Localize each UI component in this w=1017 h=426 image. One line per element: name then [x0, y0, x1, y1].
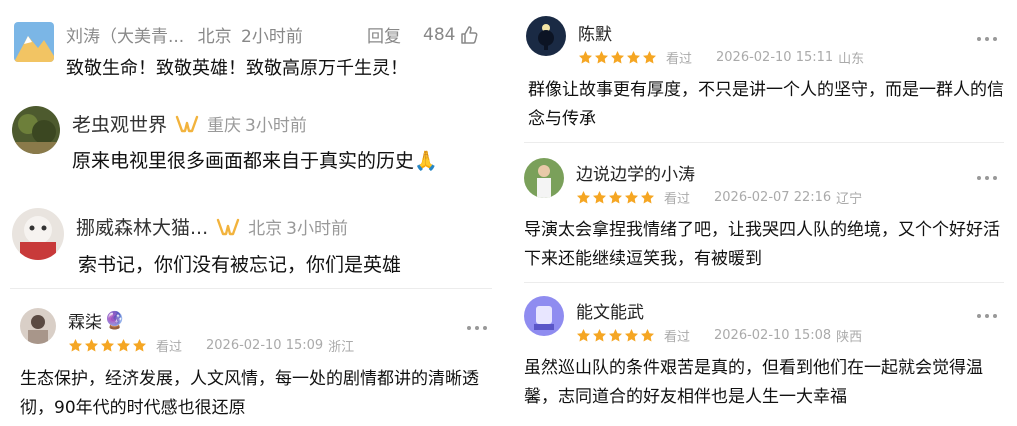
avatar[interactable] [524, 296, 564, 336]
comment-meta: 挪威森林大猫... 北京 3小时前 [76, 213, 348, 240]
more-options-icon[interactable] [976, 175, 998, 181]
star-icon [577, 329, 590, 342]
thumb-up-icon[interactable] [459, 25, 479, 45]
star-icon [609, 191, 622, 204]
review-meta: 看过 2026-02-10 15:09 浙江 [68, 336, 354, 355]
divider [524, 142, 1004, 143]
avatar[interactable] [12, 208, 64, 260]
star-icon [579, 51, 592, 64]
more-options-icon[interactable] [976, 36, 998, 42]
username[interactable]: 刘涛（大美青... [66, 27, 184, 47]
comment-actions: 回复 484 [367, 22, 479, 47]
more-options-icon[interactable] [466, 325, 488, 331]
comment-meta: 老虫观世界 重庆 3小时前 [72, 110, 307, 137]
avatar[interactable] [526, 16, 566, 56]
star-icon [641, 329, 654, 342]
location: 辽宁 [836, 192, 863, 207]
datetime: 2026-02-10 15:09 [206, 338, 324, 353]
timestamp: 3小时前 [286, 219, 348, 239]
comment-meta: 刘涛（大美青... 北京 2小时前 [66, 22, 303, 47]
seen-label: 看过 [664, 192, 691, 207]
star-icon [643, 51, 656, 64]
star-icon [625, 329, 638, 342]
timestamp: 2小时前 [241, 27, 303, 47]
review-text: 导演太会拿捏我情绪了吧，让我哭四人队的绝境，又个个好好活下来还能继续逗笑我，有被… [524, 220, 1000, 269]
star-icon [627, 51, 640, 64]
datetime: 2026-02-10 15:11 [716, 50, 834, 65]
username[interactable]: 陈默 [578, 20, 612, 45]
rating-stars [576, 190, 656, 205]
star-icon [133, 339, 146, 352]
comment-text: 致敬生命！致敬英雄！致敬高原万千生灵！ [66, 58, 408, 79]
review-username-row: 能文能武 [576, 298, 644, 323]
more-options-icon[interactable] [976, 313, 998, 319]
like-count: 484 [423, 24, 456, 45]
star-icon [611, 51, 624, 64]
vip-badge-icon [216, 217, 240, 237]
seen-label: 看过 [666, 52, 693, 67]
star-icon [593, 191, 606, 204]
username[interactable]: 老虫观世界 [72, 110, 167, 137]
datetime: 2026-02-10 15:08 [714, 328, 832, 343]
avatar[interactable] [524, 158, 564, 198]
name-emoji: 🔮 [104, 310, 126, 331]
review-text: 虽然巡山队的条件艰苦是真的，但看到他们在一起就会觉得温馨，志同道合的好友相伴也是… [524, 358, 983, 407]
review-username-row: 霖柒 🔮 [68, 308, 126, 334]
review-meta: 看过 2026-02-10 15:11 山东 [578, 48, 864, 67]
reply-button[interactable]: 回复 [367, 22, 401, 47]
star-icon [593, 329, 606, 342]
datetime: 2026-02-07 22:16 [714, 190, 832, 205]
username[interactable]: 能文能武 [576, 298, 644, 323]
avatar[interactable] [20, 308, 56, 344]
location: 山东 [838, 52, 865, 67]
avatar[interactable] [14, 22, 54, 62]
location: 北京 [248, 219, 283, 239]
divider [524, 282, 1004, 283]
star-icon [595, 51, 608, 64]
timestamp: 3小时前 [245, 116, 307, 136]
username[interactable]: 边说边学的小涛 [576, 160, 695, 185]
avatar[interactable] [12, 106, 60, 154]
location: 浙江 [328, 340, 355, 355]
star-icon [641, 191, 654, 204]
divider [10, 288, 492, 289]
star-icon [625, 191, 638, 204]
seen-label: 看过 [664, 330, 691, 345]
review-meta: 看过 2026-02-07 22:16 辽宁 [576, 188, 862, 207]
star-icon [101, 339, 114, 352]
star-icon [85, 339, 98, 352]
star-icon [117, 339, 130, 352]
star-icon [577, 191, 590, 204]
review-username-row: 陈默 [578, 20, 612, 45]
comment-text: 原来电视里很多画面都来自于真实的历史🙏 [72, 150, 438, 172]
comment-text: 索书记，你们没有被忘记，你们是英雄 [78, 254, 402, 276]
vip-badge-icon [175, 114, 199, 134]
username[interactable]: 挪威森林大猫... [76, 213, 208, 240]
rating-stars [68, 338, 148, 353]
review-username-row: 边说边学的小涛 [576, 160, 695, 185]
seen-label: 看过 [156, 340, 183, 355]
review-text: 生态保护，经济发展，人文风情，每一处的剧情都讲的清晰透彻，90年代的时代感也很还… [20, 369, 479, 418]
location: 重庆 [207, 116, 242, 136]
star-icon [609, 329, 622, 342]
location: 北京 [197, 27, 232, 47]
star-icon [69, 339, 82, 352]
location: 陕西 [836, 330, 863, 345]
rating-stars [576, 328, 656, 343]
review-meta: 看过 2026-02-10 15:08 陕西 [576, 326, 862, 345]
rating-stars [578, 50, 658, 65]
review-text: 群像让故事更有厚度，不只是讲一个人的坚守，而是一群人的信念与传承 [528, 80, 1004, 129]
username[interactable]: 霖柒 [68, 308, 102, 333]
